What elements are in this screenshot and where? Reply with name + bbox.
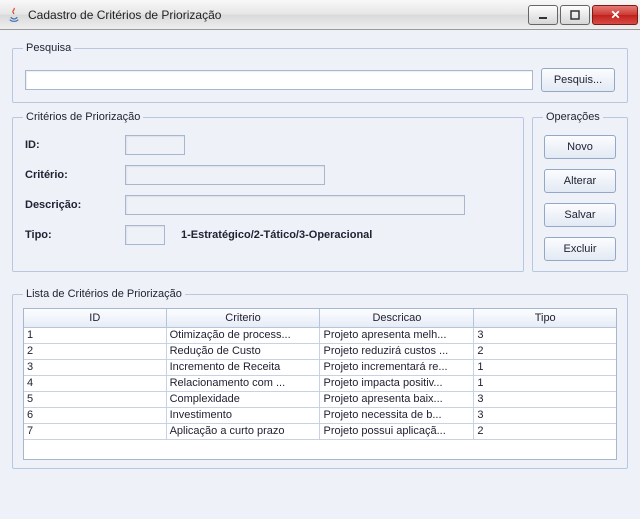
col-header-descricao[interactable]: Descricao xyxy=(320,309,474,327)
cell-tipo: 3 xyxy=(474,391,616,407)
cell-id: 7 xyxy=(24,423,166,439)
table-row[interactable]: 2Redução de CustoProjeto reduzirá custos… xyxy=(24,343,616,359)
criteria-group: Critérios de Priorização ID: Critério: D… xyxy=(12,111,524,272)
col-header-criterio[interactable]: Criterio xyxy=(166,309,320,327)
window-title: Cadastro de Critérios de Priorização xyxy=(28,8,526,22)
cell-criterio: Complexidade xyxy=(166,391,320,407)
search-group: Pesquisa Pesquis... xyxy=(12,42,628,103)
cell-tipo: 3 xyxy=(474,327,616,343)
maximize-button[interactable] xyxy=(560,5,590,25)
search-button[interactable]: Pesquis... xyxy=(541,68,615,92)
cell-id: 4 xyxy=(24,375,166,391)
table-row[interactable]: 5ComplexidadeProjeto apresenta baix...3 xyxy=(24,391,616,407)
cell-descricao: Projeto necessita de b... xyxy=(320,407,474,423)
list-legend: Lista de Critérios de Priorização xyxy=(23,288,185,300)
cell-id: 5 xyxy=(24,391,166,407)
cell-tipo: 1 xyxy=(474,375,616,391)
cell-criterio: Incremento de Receita xyxy=(166,359,320,375)
criteria-legend: Critérios de Priorização xyxy=(23,111,143,123)
cell-descricao: Projeto impacta positiv... xyxy=(320,375,474,391)
tipo-help-text: 1-Estratégico/2-Tático/3-Operacional xyxy=(181,229,372,241)
cell-criterio: Aplicação a curto prazo xyxy=(166,423,320,439)
tipo-field[interactable] xyxy=(125,225,165,245)
cell-descricao: Projeto reduzirá custos ... xyxy=(320,343,474,359)
cell-id: 1 xyxy=(24,327,166,343)
id-label: ID: xyxy=(25,139,125,151)
id-field[interactable] xyxy=(125,135,185,155)
criterio-field[interactable] xyxy=(125,165,325,185)
search-legend: Pesquisa xyxy=(23,42,74,54)
window-titlebar: Cadastro de Critérios de Priorização xyxy=(0,0,640,30)
alterar-button[interactable]: Alterar xyxy=(544,169,616,193)
tipo-label: Tipo: xyxy=(25,229,125,241)
descricao-label: Descrição: xyxy=(25,199,125,211)
descricao-field[interactable] xyxy=(125,195,465,215)
list-table-wrap[interactable]: ID Criterio Descricao Tipo 1Otimização d… xyxy=(23,308,617,460)
minimize-button[interactable] xyxy=(528,5,558,25)
table-header-row: ID Criterio Descricao Tipo xyxy=(24,309,616,327)
novo-button[interactable]: Novo xyxy=(544,135,616,159)
cell-tipo: 3 xyxy=(474,407,616,423)
cell-id: 3 xyxy=(24,359,166,375)
table-row[interactable]: 6InvestimentoProjeto necessita de b...3 xyxy=(24,407,616,423)
java-icon xyxy=(6,7,22,23)
window-buttons xyxy=(526,5,638,25)
cell-descricao: Projeto possui aplicaçã... xyxy=(320,423,474,439)
cell-criterio: Redução de Custo xyxy=(166,343,320,359)
operations-legend: Operações xyxy=(543,111,603,123)
cell-tipo: 2 xyxy=(474,343,616,359)
table-row[interactable]: 7Aplicação a curto prazoProjeto possui a… xyxy=(24,423,616,439)
col-header-tipo[interactable]: Tipo xyxy=(474,309,616,327)
client-area: Pesquisa Pesquis... Critérios de Prioriz… xyxy=(0,30,640,519)
table-row[interactable]: 3Incremento de ReceitaProjeto incrementa… xyxy=(24,359,616,375)
search-input[interactable] xyxy=(25,70,533,90)
operations-group: Operações Novo Alterar Salvar Excluir xyxy=(532,111,628,272)
cell-criterio: Otimização de process... xyxy=(166,327,320,343)
salvar-button[interactable]: Salvar xyxy=(544,203,616,227)
criteria-table: ID Criterio Descricao Tipo 1Otimização d… xyxy=(24,309,616,440)
cell-descricao: Projeto incrementará re... xyxy=(320,359,474,375)
cell-criterio: Investimento xyxy=(166,407,320,423)
col-header-id[interactable]: ID xyxy=(24,309,166,327)
cell-descricao: Projeto apresenta melh... xyxy=(320,327,474,343)
table-row[interactable]: 4Relacionamento com ...Projeto impacta p… xyxy=(24,375,616,391)
excluir-button[interactable]: Excluir xyxy=(544,237,616,261)
table-row[interactable]: 1Otimização de process...Projeto apresen… xyxy=(24,327,616,343)
cell-id: 6 xyxy=(24,407,166,423)
cell-id: 2 xyxy=(24,343,166,359)
criterio-label: Critério: xyxy=(25,169,125,181)
search-row: Pesquis... xyxy=(23,62,617,94)
cell-tipo: 2 xyxy=(474,423,616,439)
cell-tipo: 1 xyxy=(474,359,616,375)
cell-criterio: Relacionamento com ... xyxy=(166,375,320,391)
close-button[interactable] xyxy=(592,5,638,25)
list-group: Lista de Critérios de Priorização ID Cri… xyxy=(12,288,628,469)
cell-descricao: Projeto apresenta baix... xyxy=(320,391,474,407)
